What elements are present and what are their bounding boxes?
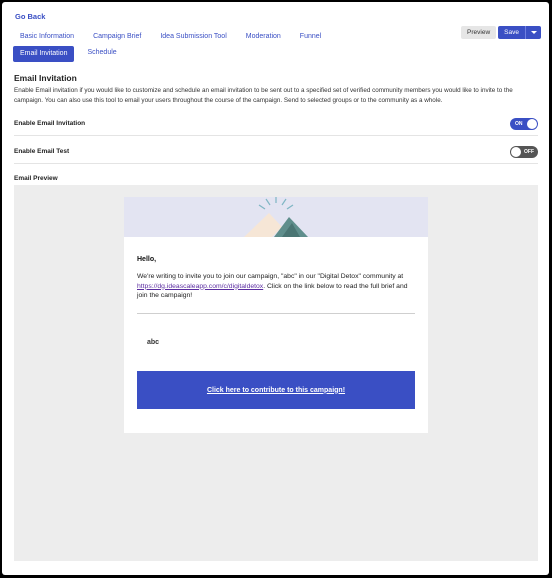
preview-button[interactable]: Preview — [461, 26, 497, 39]
setting-row-email-test: Enable Email Test OFF — [14, 142, 538, 164]
tab-idea-submission-tool[interactable]: Idea Submission Tool — [154, 30, 232, 44]
tab-schedule[interactable]: Schedule — [81, 46, 122, 60]
email-test-toggle[interactable]: OFF — [510, 146, 538, 158]
celebration-hands-icon — [244, 197, 308, 237]
toggle-knob — [511, 147, 521, 157]
email-preview-area: Hello, We're writing to invite you to jo… — [14, 185, 538, 561]
toggle-state-label: OFF — [524, 149, 534, 155]
setting-label: Enable Email Test — [14, 148, 70, 155]
save-options-dropdown[interactable] — [525, 26, 541, 39]
app-frame: Go Back Basic Information Campaign Brief… — [2, 2, 549, 575]
tab-email-invitation[interactable]: Email Invitation — [13, 46, 75, 62]
setting-label: Enable Email Invitation — [14, 120, 86, 127]
email-body-text: We're writing to invite you to join our … — [137, 273, 404, 280]
setting-row-email-invitation: Enable Email Invitation ON — [14, 114, 538, 136]
save-button[interactable]: Save — [498, 26, 525, 39]
community-link[interactable]: https://dg.ideascaleapp.com/c/digitaldet… — [137, 283, 263, 290]
tab-bar: Basic Information Campaign Brief Idea Su… — [14, 30, 334, 44]
go-back-link[interactable]: Go Back — [15, 12, 45, 21]
email-card: Hello, We're writing to invite you to jo… — [124, 197, 428, 433]
email-divider — [137, 313, 415, 314]
email-body: We're writing to invite you to join our … — [137, 272, 415, 301]
tab-funnel[interactable]: Funnel — [294, 30, 327, 44]
toolbar-actions: Preview Save — [461, 26, 541, 39]
tab-basic-information[interactable]: Basic Information — [14, 30, 80, 44]
campaign-name: abc — [147, 339, 160, 346]
tab-campaign-brief[interactable]: Campaign Brief — [87, 30, 147, 44]
toggle-knob — [527, 119, 537, 129]
section-title: Email Invitation — [14, 73, 77, 83]
contribute-button[interactable]: Click here to contribute to this campaig… — [137, 371, 415, 409]
email-invitation-toggle[interactable]: ON — [510, 118, 538, 130]
tab-bar-secondary: Email Invitation Schedule — [13, 46, 130, 62]
toggle-state-label: ON — [515, 121, 523, 127]
contribute-button-label: Click here to contribute to this campaig… — [206, 386, 346, 394]
tab-moderation[interactable]: Moderation — [240, 30, 287, 44]
section-description: Enable Email invitation if you would lik… — [14, 87, 513, 104]
email-greeting: Hello, — [137, 256, 157, 263]
email-preview-label: Email Preview — [14, 175, 58, 182]
email-banner — [124, 197, 428, 237]
